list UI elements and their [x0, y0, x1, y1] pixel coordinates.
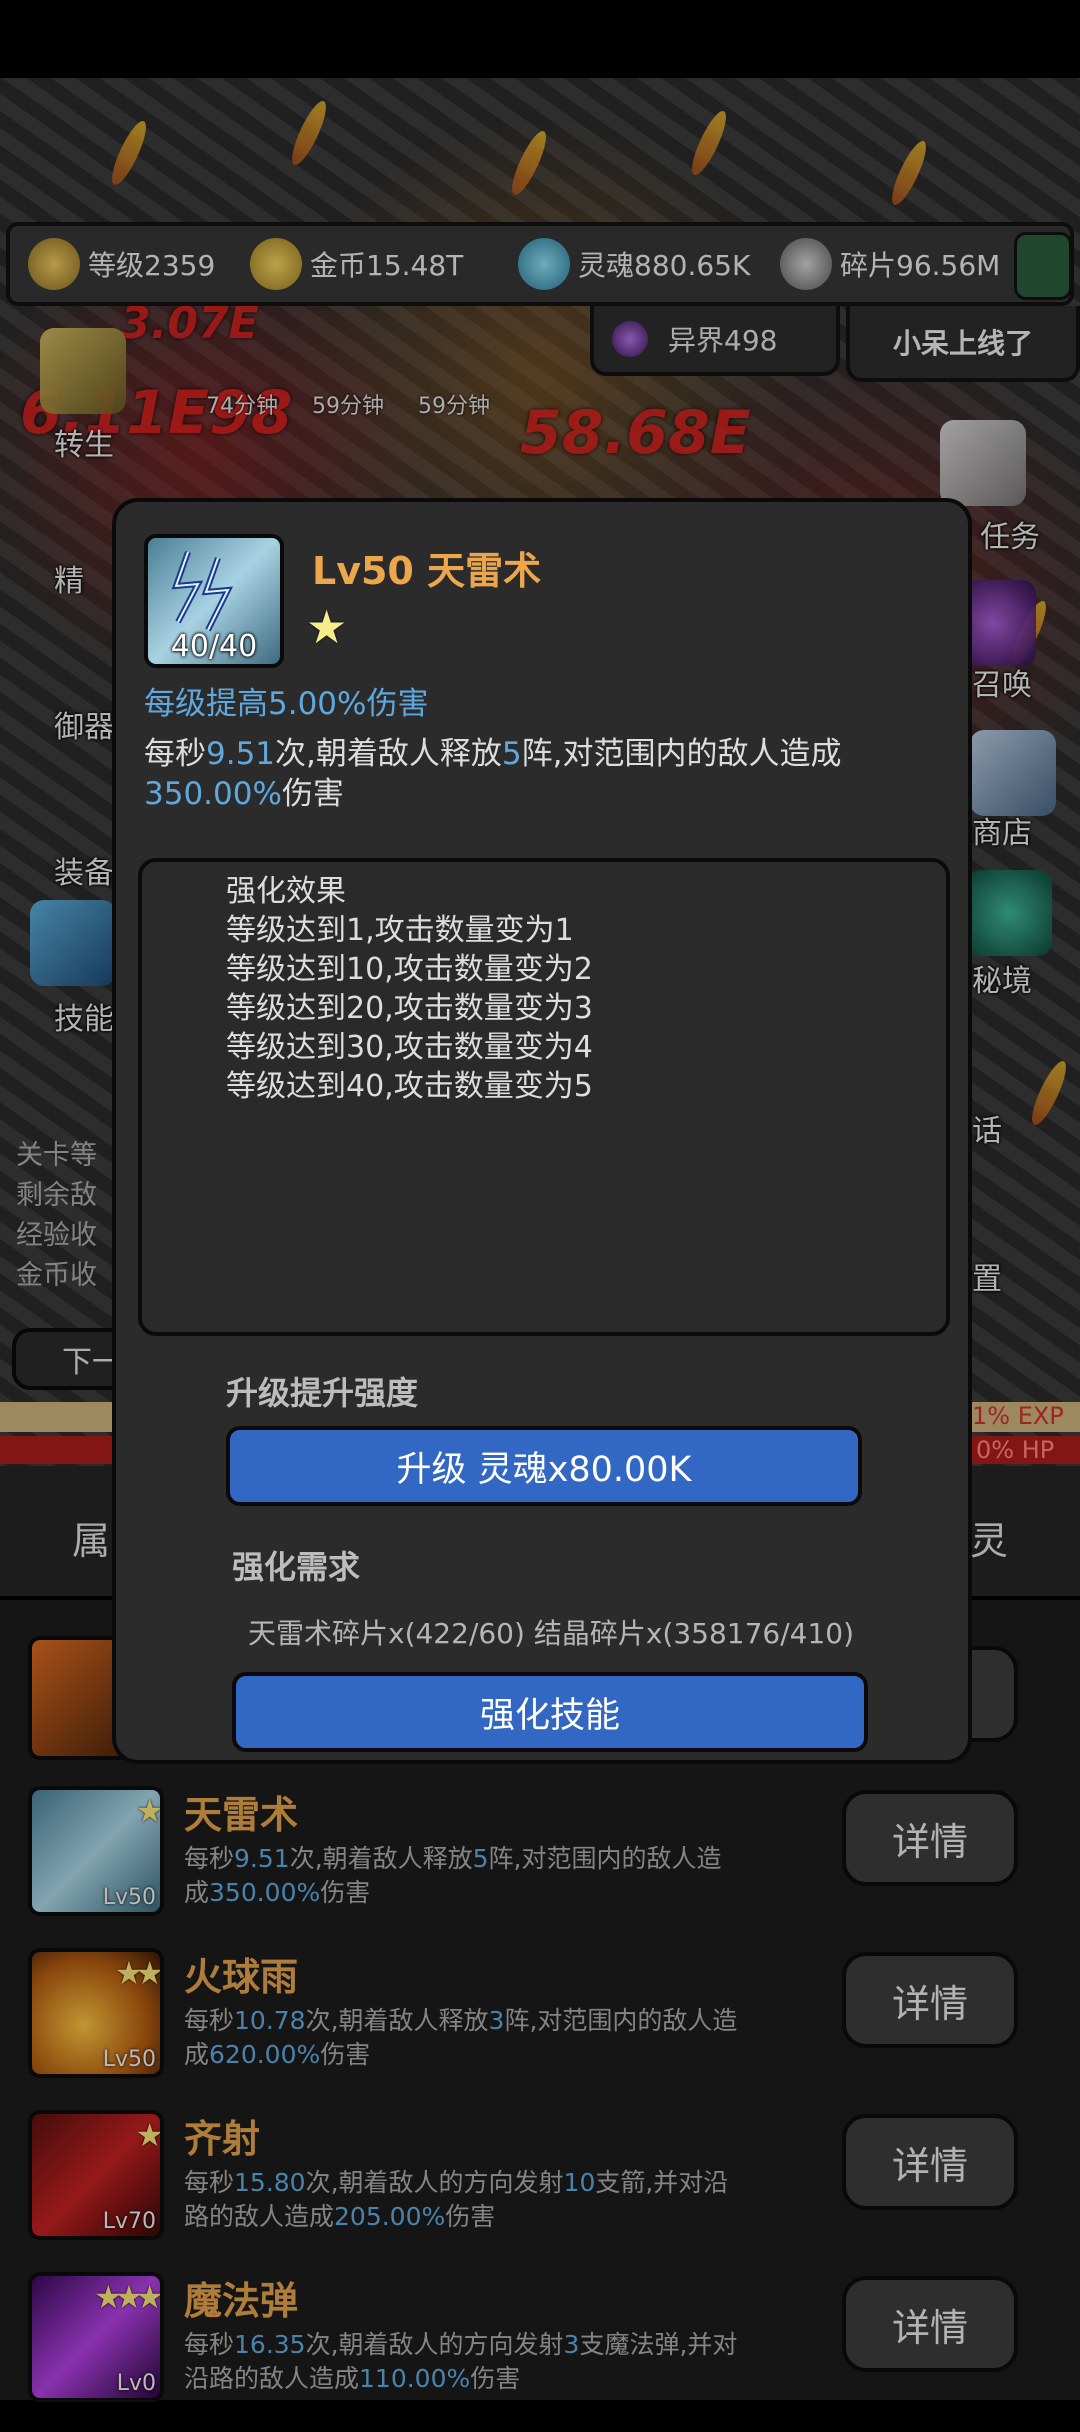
- star-icon: ★: [306, 600, 348, 654]
- skill-title: Lv50 天雷术: [312, 549, 542, 593]
- per-level-bonus: 每级提高5.00%伤害: [144, 686, 429, 722]
- effect-item: 等级达到30,攻击数量变为4: [226, 1030, 593, 1065]
- effect-item: 等级达到20,攻击数量变为3: [226, 991, 593, 1026]
- enhance-effects-panel[interactable]: 强化效果 等级达到1,攻击数量变为1 等级达到10,攻击数量变为2 等级达到20…: [138, 858, 950, 1336]
- upgrade-button[interactable]: 升级 灵魂x80.00K: [226, 1426, 862, 1506]
- skill-detail-modal: 40/40 Lv50 天雷术 ★ 每级提高5.00%伤害 每秒9.51次,朝着敌…: [112, 498, 972, 1764]
- requirement-text: 天雷术碎片x(422/60) 结晶碎片x(358176/410): [248, 1617, 855, 1650]
- skill-description: 每秒9.51次,朝着敌人释放5阵,对范围内的敌人造成350.00%伤害: [144, 736, 842, 812]
- fragment-count: 40/40: [170, 629, 258, 664]
- upgrade-label: 升级提升强度: [226, 1374, 419, 1412]
- enhance-skill-button[interactable]: 强化技能: [232, 1672, 868, 1752]
- effect-item: 等级达到10,攻击数量变为2: [226, 952, 593, 987]
- effect-item: 等级达到40,攻击数量变为5: [226, 1069, 593, 1104]
- effects-list: 强化效果 等级达到1,攻击数量变为1 等级达到10,攻击数量变为2 等级达到20…: [226, 872, 593, 1106]
- requirement-label: 强化需求: [232, 1548, 361, 1586]
- thunder-skill-icon: 40/40: [144, 534, 284, 668]
- effect-item: 等级达到1,攻击数量变为1: [226, 913, 574, 948]
- effects-heading: 强化效果: [226, 874, 346, 909]
